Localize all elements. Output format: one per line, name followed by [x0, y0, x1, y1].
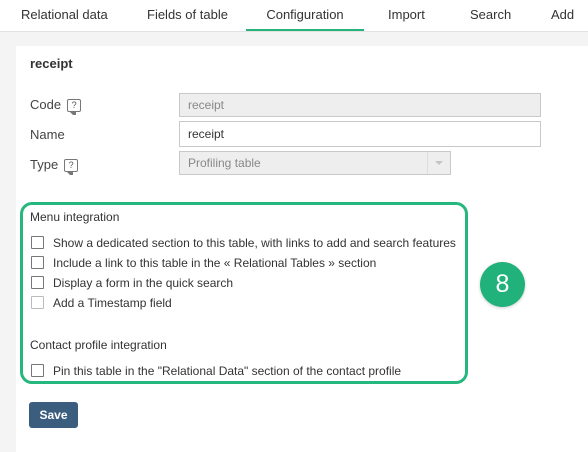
type-label: Type [30, 157, 59, 172]
type-label-row: Type? [30, 157, 79, 175]
callout-badge: 8 [480, 262, 525, 307]
code-field: receipt [179, 93, 541, 117]
type-select-value: Profiling table [188, 156, 261, 170]
help-icon[interactable]: ? [64, 159, 79, 175]
help-icon[interactable]: ? [67, 99, 82, 115]
save-button[interactable]: Save [29, 402, 78, 428]
tab-add[interactable]: Add [551, 0, 574, 29]
tab-configuration[interactable]: Configuration [246, 0, 364, 31]
highlight-frame [20, 202, 468, 384]
name-field[interactable]: receipt [179, 121, 541, 147]
chevron-down-icon [427, 152, 450, 174]
name-label: Name [30, 127, 65, 142]
tab-bar: Relational data Fields of table Configur… [0, 0, 588, 32]
type-select: Profiling table [179, 151, 451, 175]
code-label: Code [30, 97, 62, 112]
tab-fields-of-table[interactable]: Fields of table [147, 0, 228, 29]
tab-relational-data[interactable]: Relational data [21, 0, 108, 29]
code-label-row: Code? [30, 97, 82, 115]
tab-import[interactable]: Import [388, 0, 425, 29]
tab-search[interactable]: Search [470, 0, 511, 29]
page-title: receipt [30, 56, 73, 71]
